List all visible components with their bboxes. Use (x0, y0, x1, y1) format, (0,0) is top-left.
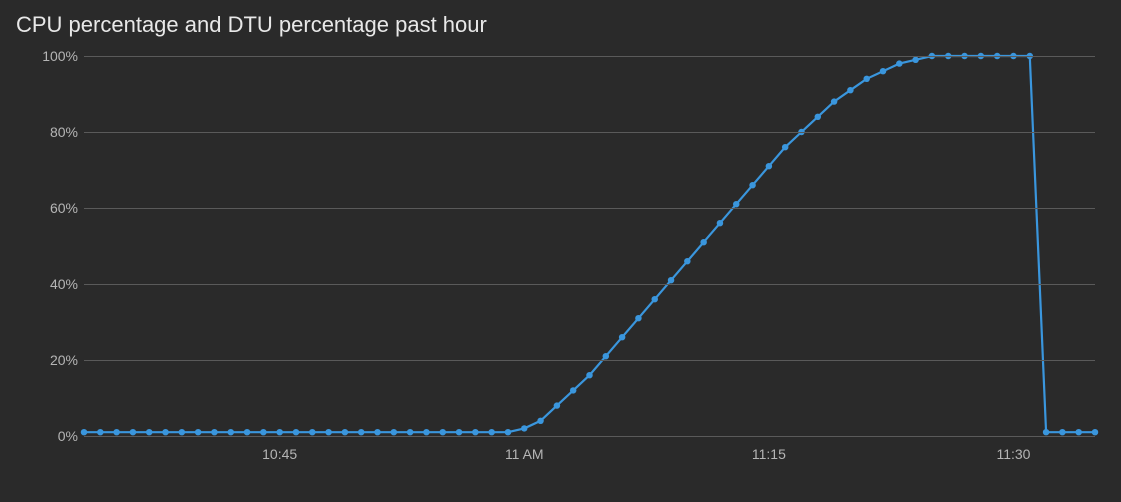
data-point[interactable] (651, 296, 657, 302)
data-point[interactable] (407, 429, 413, 435)
data-point[interactable] (179, 429, 185, 435)
metrics-chart-panel: CPU percentage and DTU percentage past h… (0, 0, 1121, 502)
data-point[interactable] (537, 418, 543, 424)
gridline (84, 132, 1095, 133)
data-point[interactable] (700, 239, 706, 245)
data-point[interactable] (847, 87, 853, 93)
data-point[interactable] (912, 57, 918, 63)
data-point[interactable] (211, 429, 217, 435)
data-point[interactable] (1059, 429, 1065, 435)
y-tick-label: 0% (58, 428, 78, 444)
data-point[interactable] (733, 201, 739, 207)
data-point[interactable] (374, 429, 380, 435)
chart-plot-wrap: 100%80%60%40%20%0% 10:4511 AM11:1511:30 (16, 56, 1105, 476)
data-point[interactable] (896, 60, 902, 66)
data-point[interactable] (635, 315, 641, 321)
x-tick-label: 11:15 (752, 446, 786, 462)
data-point[interactable] (717, 220, 723, 226)
data-point[interactable] (358, 429, 364, 435)
data-point[interactable] (782, 144, 788, 150)
data-point[interactable] (1092, 429, 1098, 435)
y-axis: 100%80%60%40%20%0% (16, 56, 84, 436)
data-point[interactable] (521, 425, 527, 431)
data-point[interactable] (391, 429, 397, 435)
data-point[interactable] (309, 429, 315, 435)
data-point[interactable] (472, 429, 478, 435)
data-point[interactable] (130, 429, 136, 435)
data-point[interactable] (113, 429, 119, 435)
data-point[interactable] (244, 429, 250, 435)
data-point[interactable] (146, 429, 152, 435)
plot-area[interactable] (84, 56, 1095, 436)
x-tick-label: 11:30 (996, 446, 1030, 462)
data-point[interactable] (488, 429, 494, 435)
data-point[interactable] (260, 429, 266, 435)
y-tick-label: 60% (50, 200, 78, 216)
data-point[interactable] (684, 258, 690, 264)
data-point[interactable] (195, 429, 201, 435)
data-point[interactable] (325, 429, 331, 435)
data-point[interactable] (586, 372, 592, 378)
data-point[interactable] (342, 429, 348, 435)
chart-svg (84, 56, 1095, 436)
data-point[interactable] (505, 429, 511, 435)
data-point[interactable] (456, 429, 462, 435)
x-tick-label: 11 AM (505, 446, 544, 462)
gridline (84, 360, 1095, 361)
gridline (84, 56, 1095, 57)
data-point[interactable] (766, 163, 772, 169)
data-point[interactable] (228, 429, 234, 435)
data-point[interactable] (570, 387, 576, 393)
chart-title: CPU percentage and DTU percentage past h… (16, 12, 1105, 38)
data-point[interactable] (603, 353, 609, 359)
data-point[interactable] (619, 334, 625, 340)
y-tick-label: 20% (50, 352, 78, 368)
x-axis: 10:45 11 AM 11:15 11:30 (84, 446, 1095, 470)
data-point[interactable] (668, 277, 674, 283)
data-point[interactable] (863, 76, 869, 82)
data-point[interactable] (276, 429, 282, 435)
data-point[interactable] (880, 68, 886, 74)
data-point[interactable] (815, 114, 821, 120)
y-tick-label: 100% (42, 48, 78, 64)
data-point[interactable] (293, 429, 299, 435)
data-point[interactable] (831, 98, 837, 104)
x-tick-label: 10:45 (262, 446, 297, 462)
data-point[interactable] (81, 429, 87, 435)
data-point[interactable] (554, 402, 560, 408)
data-point[interactable] (749, 182, 755, 188)
data-point[interactable] (1075, 429, 1081, 435)
data-point[interactable] (97, 429, 103, 435)
y-tick-label: 80% (50, 124, 78, 140)
data-point[interactable] (440, 429, 446, 435)
gridline (84, 436, 1095, 437)
gridline (84, 284, 1095, 285)
gridline (84, 208, 1095, 209)
data-point[interactable] (162, 429, 168, 435)
data-point[interactable] (1043, 429, 1049, 435)
data-point[interactable] (423, 429, 429, 435)
y-tick-label: 40% (50, 276, 78, 292)
